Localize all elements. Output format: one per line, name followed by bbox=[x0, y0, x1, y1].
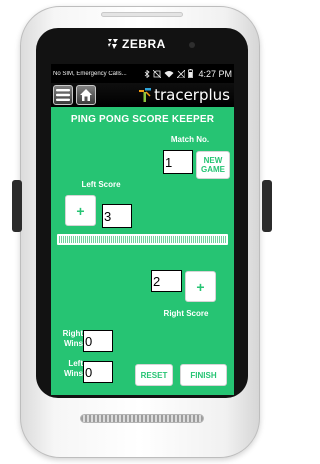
bluetooth-icon bbox=[144, 69, 150, 78]
status-bar: No SIM, Emergency Calls... 4:27 PM bbox=[51, 64, 234, 83]
status-time: 4:27 PM bbox=[198, 68, 232, 79]
right-score-field[interactable]: 2 bbox=[151, 270, 182, 292]
tracerplus-logo-icon bbox=[139, 88, 152, 102]
tracerplus-logo: tracerplus bbox=[138, 86, 234, 104]
app-bar: tracerplus bbox=[51, 83, 234, 107]
device-brand: ZEBRA bbox=[107, 37, 166, 51]
left-score-label: Left Score bbox=[81, 180, 121, 189]
status-icons bbox=[144, 69, 193, 78]
left-score-field[interactable]: 3 bbox=[102, 204, 132, 228]
front-camera bbox=[189, 42, 195, 48]
score-keeper-panel: PING PONG SCORE KEEPER Match No. 1 NEW G… bbox=[51, 107, 234, 395]
match-label: Match No. bbox=[170, 135, 210, 144]
left-score-plus-button[interactable]: + bbox=[65, 195, 96, 226]
right-wins-field[interactable]: 0 bbox=[83, 330, 113, 352]
side-button-right bbox=[262, 180, 272, 232]
right-wins-label: Right Wins bbox=[62, 329, 83, 348]
side-button-left bbox=[12, 180, 22, 232]
table-net bbox=[57, 234, 228, 245]
tracerplus-brand-text: tracerplus bbox=[154, 86, 230, 104]
device-brand-text: ZEBRA bbox=[122, 37, 166, 51]
hamburger-menu-icon bbox=[56, 89, 70, 101]
app-title: PING PONG SCORE KEEPER bbox=[70, 114, 215, 125]
left-wins-label: Left Wins bbox=[63, 359, 83, 378]
zebra-logo-icon bbox=[108, 39, 118, 49]
status-carrier-text: No SIM, Emergency Calls... bbox=[53, 70, 127, 77]
wifi-icon bbox=[164, 70, 174, 77]
screen: No SIM, Emergency Calls... 4:27 PM trace… bbox=[51, 64, 234, 395]
left-wins-field[interactable]: 0 bbox=[83, 361, 113, 383]
battery-icon bbox=[188, 69, 193, 78]
no-signal-icon bbox=[177, 69, 185, 78]
reset-button[interactable]: RESET bbox=[135, 364, 173, 386]
menu-button[interactable] bbox=[53, 85, 73, 105]
finish-button[interactable]: FINISH bbox=[180, 364, 227, 386]
home-button[interactable] bbox=[76, 85, 96, 105]
top-speaker bbox=[101, 12, 183, 17]
right-score-label: Right Score bbox=[163, 309, 209, 318]
no-sim-icon bbox=[153, 69, 161, 78]
bottom-speaker bbox=[80, 414, 204, 423]
right-score-plus-button[interactable]: + bbox=[185, 271, 216, 302]
new-game-button[interactable]: NEW GAME bbox=[196, 151, 230, 179]
home-icon bbox=[80, 89, 92, 101]
net-mesh bbox=[59, 236, 226, 243]
match-number-field[interactable]: 1 bbox=[163, 150, 193, 174]
